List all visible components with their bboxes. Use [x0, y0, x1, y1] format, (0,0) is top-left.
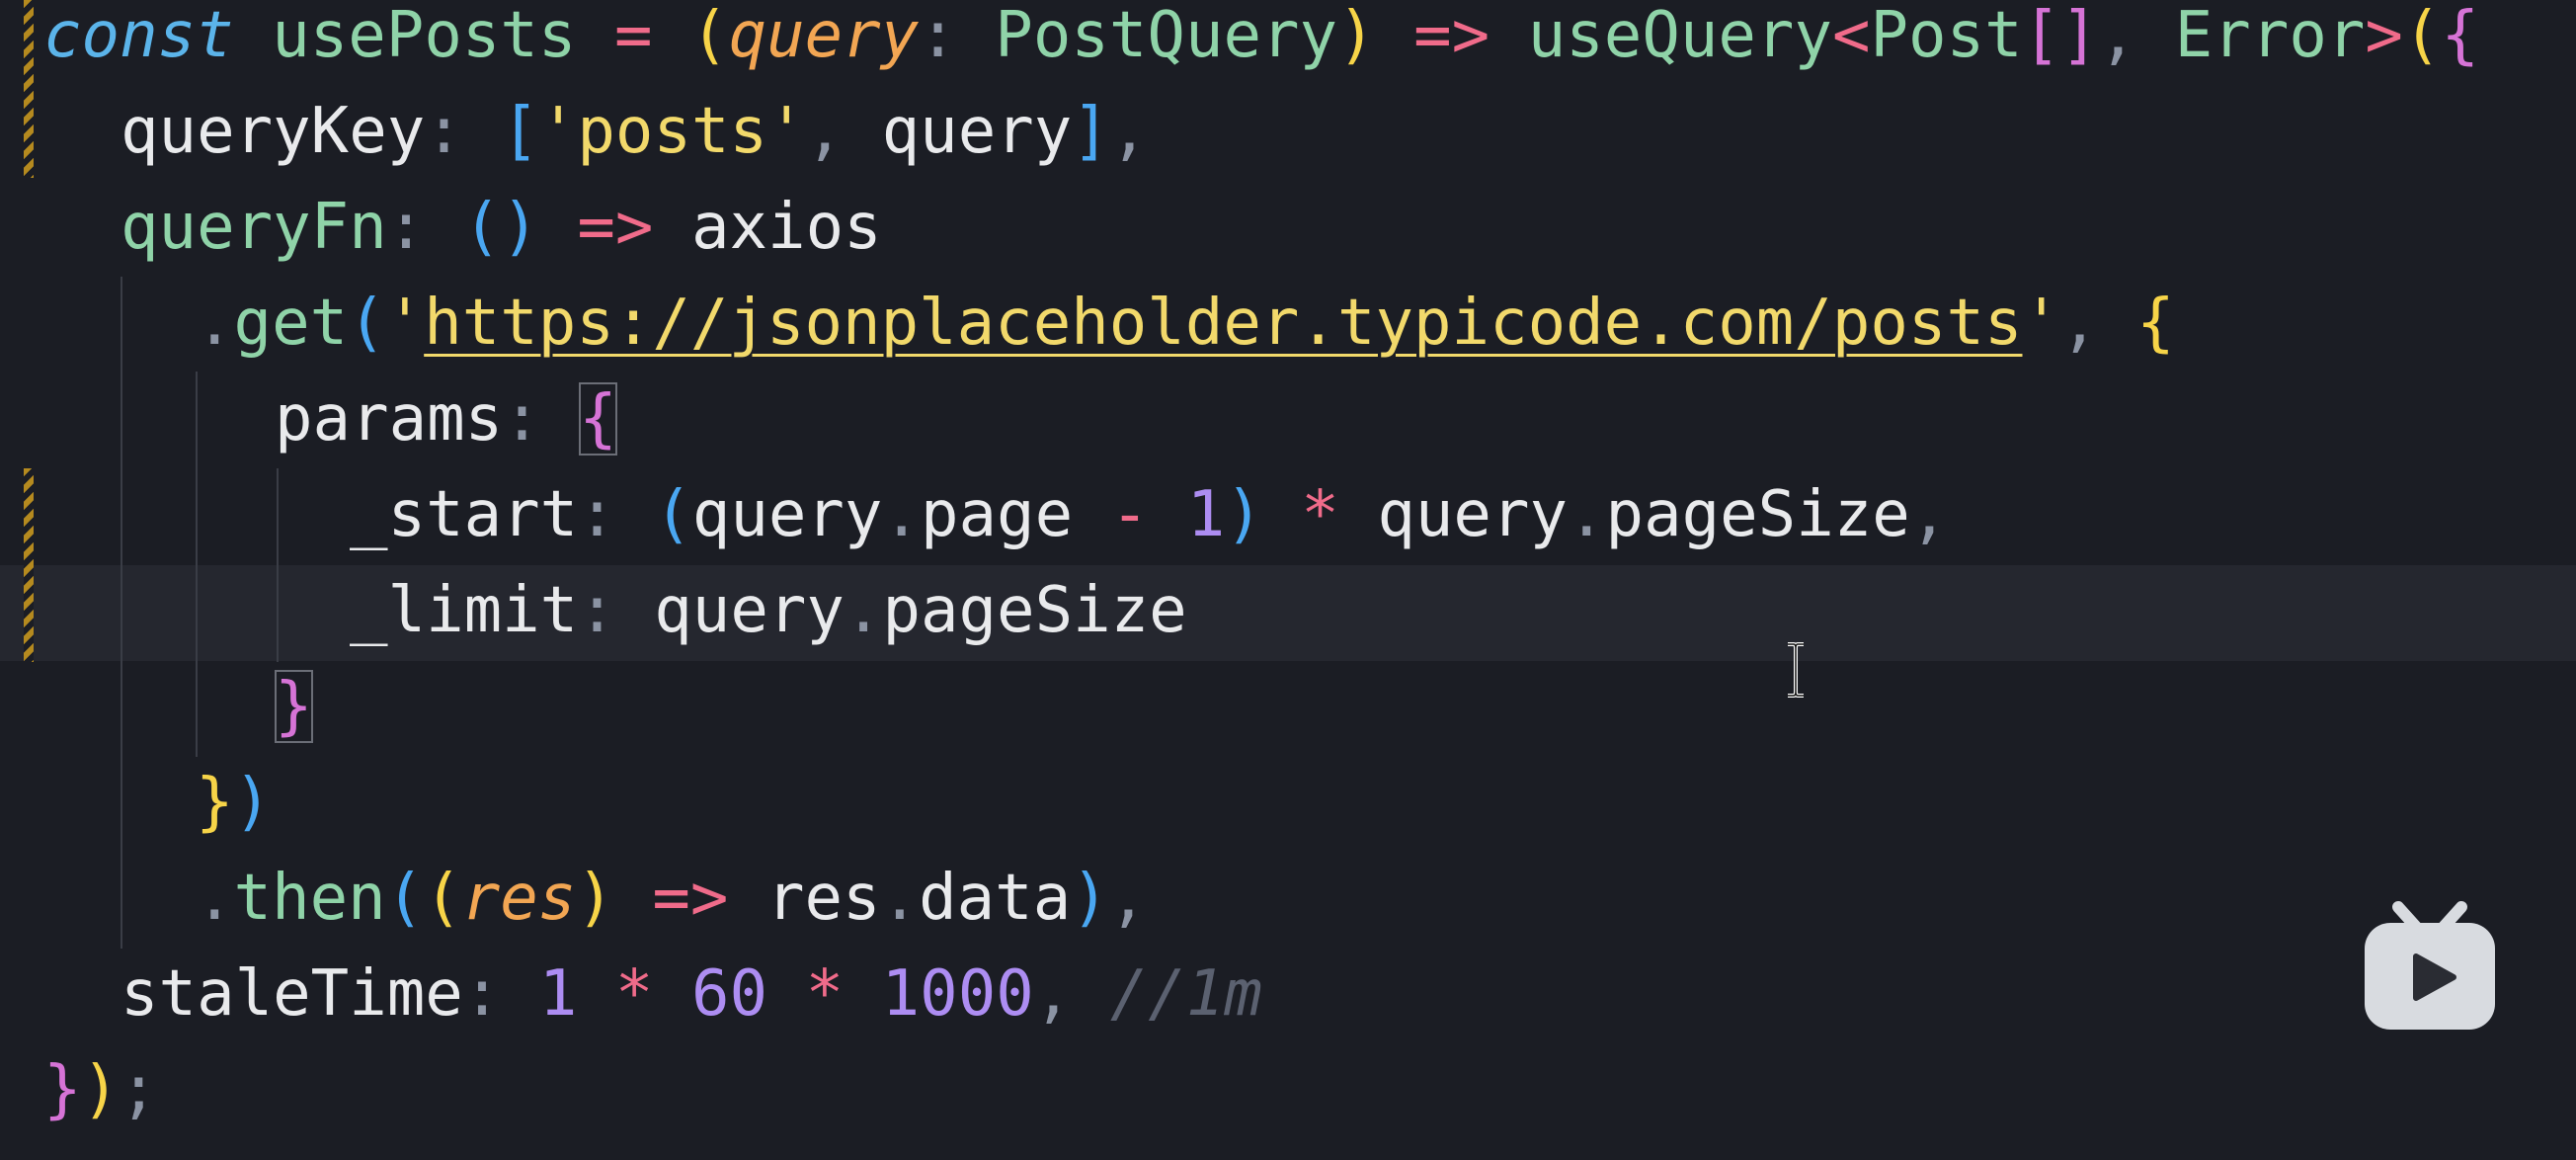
code-editor[interactable]: const usePosts = (query: PostQuery) => u…	[0, 0, 2576, 1160]
code-line-5[interactable]: params: {	[0, 372, 2576, 467]
i-beam-cursor-icon	[1788, 642, 1804, 698]
code-line-1[interactable]: const usePosts = (query: PostQuery) => u…	[0, 0, 2576, 84]
bilibili-tv-logo-icon	[2365, 901, 2495, 1030]
code-line-7[interactable]: _limit: query.pageSize	[0, 563, 2576, 659]
matched-bracket: }	[275, 670, 313, 743]
code-line-2[interactable]: queryKey: ['posts', query],	[0, 84, 2576, 180]
code-line-3[interactable]: queryFn: () => axios	[0, 180, 2576, 276]
matched-bracket: {	[579, 382, 617, 456]
code-line-9[interactable]: })	[0, 755, 2576, 851]
url-link[interactable]: https://jsonplaceholder.typicode.com/pos…	[424, 287, 2022, 360]
code-line-4[interactable]: .get('https://jsonplaceholder.typicode.c…	[0, 276, 2576, 372]
code-line-11[interactable]: staleTime: 1 * 60 * 1000, //1m	[0, 947, 2576, 1042]
code-line-10[interactable]: .then((res) => res.data),	[0, 851, 2576, 947]
code-line-8[interactable]: }	[0, 659, 2576, 755]
code-line-6[interactable]: _start: (query.page - 1) * query.pageSiz…	[0, 467, 2576, 563]
code-line-12[interactable]: });	[0, 1042, 2576, 1138]
